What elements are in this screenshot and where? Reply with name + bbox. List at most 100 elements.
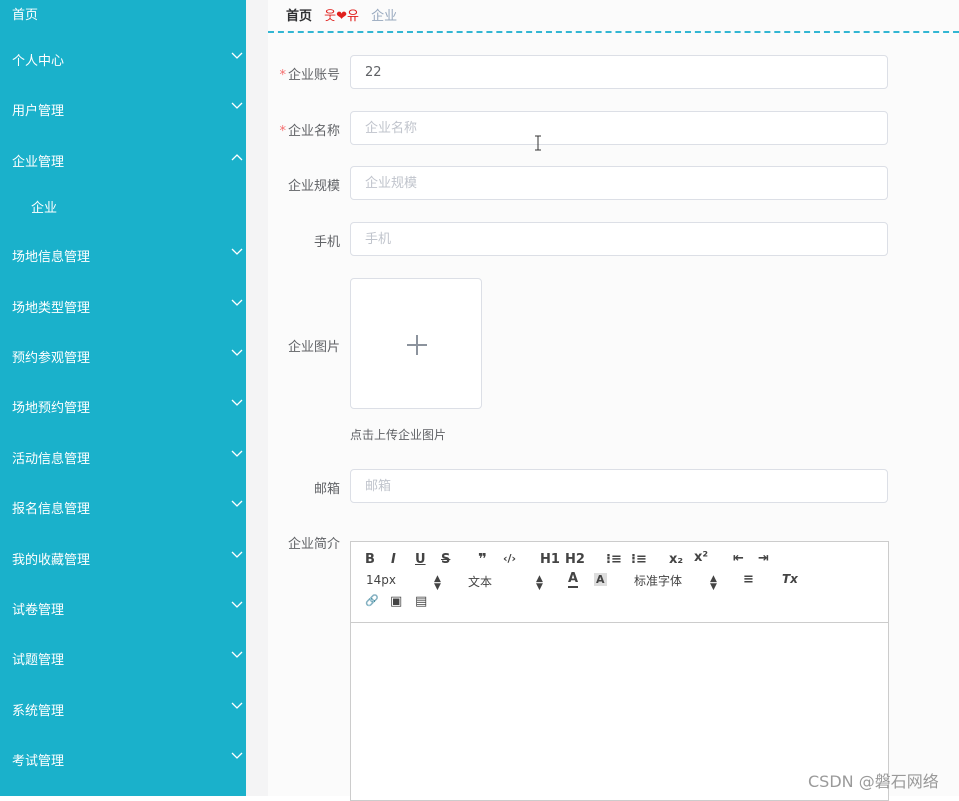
blockquote-button[interactable]: ❞ xyxy=(478,550,487,568)
main-content: 首页 웃❤유 企业 *企业账号 *企业名称 企业规模 手机 企业图片 点击上传企… xyxy=(268,0,959,801)
chevron-down-icon xyxy=(231,102,243,109)
align-button[interactable]: ≡ xyxy=(743,572,754,587)
account-label-text: 企业账号 xyxy=(287,68,340,83)
editor-toolbar: B I U S ❞ ‹/› H1 H2 ⁝≡ ⁝≡ x₂ x² ⇤ ⇥ 14px… xyxy=(351,542,888,623)
chevron-down-icon xyxy=(231,349,243,356)
sidebar-item-label: 企业 xyxy=(31,201,58,216)
chevron-down-icon xyxy=(231,450,243,457)
account-field[interactable] xyxy=(350,55,888,89)
scale-label: 企业规模 xyxy=(287,179,340,194)
sidebar-item-favorites[interactable]: 我的收藏管理 xyxy=(0,537,246,577)
phone-label: 手机 xyxy=(313,235,340,250)
sidebar-item-label: 活动信息管理 xyxy=(12,452,91,467)
sidebar-item-signup-info[interactable]: 报名信息管理 xyxy=(0,486,246,526)
sidebar-item-system[interactable]: 系统管理 xyxy=(0,688,246,728)
chevron-down-icon xyxy=(231,248,243,255)
upload-tip: 点击上传企业图片 xyxy=(350,428,447,442)
required-asterisk: * xyxy=(279,68,286,83)
chevron-down-icon xyxy=(231,52,243,59)
sidebar-subitem-enterprise[interactable]: 企业 xyxy=(0,185,246,225)
subscript-button[interactable]: x₂ xyxy=(669,552,683,567)
name-field[interactable] xyxy=(350,111,888,145)
sidebar-item-personal-center[interactable]: 个人中心 xyxy=(0,38,246,78)
select-arrows-icon: ▲ ▼ xyxy=(710,574,717,592)
sidebar-item-visit-booking[interactable]: 预约参观管理 xyxy=(0,335,246,375)
underline-button[interactable]: U xyxy=(415,552,426,567)
code-button[interactable]: ‹/› xyxy=(503,552,516,565)
chevron-down-icon xyxy=(231,651,243,658)
sidebar-item-label: 场地类型管理 xyxy=(12,301,91,316)
sidebar-item-enterprise-management[interactable]: 企业管理 xyxy=(0,139,246,179)
select-arrows-icon: ▲ ▼ xyxy=(536,574,543,592)
rich-text-editor: B I U S ❞ ‹/› H1 H2 ⁝≡ ⁝≡ x₂ x² ⇤ ⇥ 14px… xyxy=(350,541,889,801)
sidebar-item-label: 考试管理 xyxy=(12,754,65,769)
sidebar-item-label: 预约参观管理 xyxy=(12,351,91,366)
separator-left-glyph: 웃 xyxy=(324,9,337,24)
video-button[interactable]: ▤ xyxy=(415,594,427,609)
account-label: * 企业账号 xyxy=(268,64,340,83)
chevron-down-icon xyxy=(231,551,243,558)
sidebar-item-papers[interactable]: 试卷管理 xyxy=(0,587,246,627)
chevron-down-icon xyxy=(231,399,243,406)
font-color-button[interactable]: A xyxy=(568,572,579,588)
scale-field[interactable] xyxy=(350,166,888,200)
sidebar-menu: 首页 个人中心 用户管理 企业管理 企业 场地信息管理 场地类型管理 预约参观管… xyxy=(0,0,246,796)
font-select[interactable]: 标准字体 xyxy=(634,572,682,589)
bullet-list-button[interactable]: ⁝≡ xyxy=(631,552,647,567)
sidebar-item-exam[interactable]: 考试管理 xyxy=(0,738,246,778)
sidebar-item-venue-info[interactable]: 场地信息管理 xyxy=(0,234,246,274)
outdent-button[interactable]: ⇤ xyxy=(733,551,744,566)
chevron-down-icon xyxy=(231,601,243,608)
sidebar-item-questions[interactable]: 试题管理 xyxy=(0,637,246,677)
watermark: CSDN @磐石网络 xyxy=(808,772,939,791)
superscript-button[interactable]: x² xyxy=(694,550,708,565)
chevron-down-icon xyxy=(231,752,243,759)
sidebar-item-label: 试题管理 xyxy=(12,653,65,668)
header-select[interactable]: 文本 xyxy=(468,573,492,590)
h2-button[interactable]: H2 xyxy=(565,552,585,567)
name-label: * 企业名称 xyxy=(268,120,340,139)
h1-button[interactable]: H1 xyxy=(540,552,560,567)
clean-format-button[interactable]: Tx xyxy=(782,572,798,586)
sidebar-item-label: 场地信息管理 xyxy=(12,250,91,265)
breadcrumb-current: 企业 xyxy=(371,9,398,24)
size-select[interactable]: 14px xyxy=(366,573,396,587)
sidebar-item-venue-booking[interactable]: 场地预约管理 xyxy=(0,385,246,425)
dashed-divider xyxy=(268,31,959,33)
indent-button[interactable]: ⇥ xyxy=(758,551,769,566)
sidebar-item-label: 我的收藏管理 xyxy=(12,553,91,568)
background-color-button[interactable]: A xyxy=(594,573,607,586)
plus-icon-vertical xyxy=(416,335,418,355)
heart-icon: ❤ xyxy=(336,9,348,24)
link-button[interactable]: 🔗 xyxy=(365,594,379,607)
strike-button[interactable]: S xyxy=(441,552,450,567)
breadcrumb-separator: 웃❤유 xyxy=(324,9,359,24)
sidebar-item-label: 场地预约管理 xyxy=(12,401,91,416)
sidebar-item-label: 企业管理 xyxy=(12,155,65,170)
italic-button[interactable]: I xyxy=(391,552,396,567)
image-upload-box[interactable] xyxy=(350,278,482,409)
image-label: 企业图片 xyxy=(287,340,340,355)
chevron-down-icon xyxy=(231,500,243,507)
breadcrumb-home[interactable]: 首页 xyxy=(286,9,312,24)
sidebar-item-activity-info[interactable]: 活动信息管理 xyxy=(0,436,246,476)
required-asterisk: * xyxy=(279,124,286,139)
sidebar-item-label: 报名信息管理 xyxy=(12,502,91,517)
sidebar-item-label: 首页 xyxy=(12,8,39,23)
select-arrows-icon: ▲ ▼ xyxy=(434,574,441,592)
name-label-text: 企业名称 xyxy=(287,124,340,139)
sidebar-item-home[interactable]: 首页 xyxy=(0,0,246,32)
image-button[interactable]: ▣ xyxy=(390,594,402,609)
sidebar-item-label: 用户管理 xyxy=(12,104,65,119)
email-label: 邮箱 xyxy=(313,482,340,497)
sidebar-item-user-management[interactable]: 用户管理 xyxy=(0,88,246,128)
sidebar-item-label: 个人中心 xyxy=(12,54,65,69)
ordered-list-button[interactable]: ⁝≡ xyxy=(606,552,622,567)
breadcrumb: 首页 웃❤유 企业 xyxy=(286,5,397,24)
content-gutter xyxy=(246,0,268,796)
email-field[interactable] xyxy=(350,469,888,503)
bold-button[interactable]: B xyxy=(365,552,375,567)
phone-field[interactable] xyxy=(350,222,888,256)
sidebar-item-label: 系统管理 xyxy=(12,704,65,719)
sidebar-item-venue-type[interactable]: 场地类型管理 xyxy=(0,285,246,325)
